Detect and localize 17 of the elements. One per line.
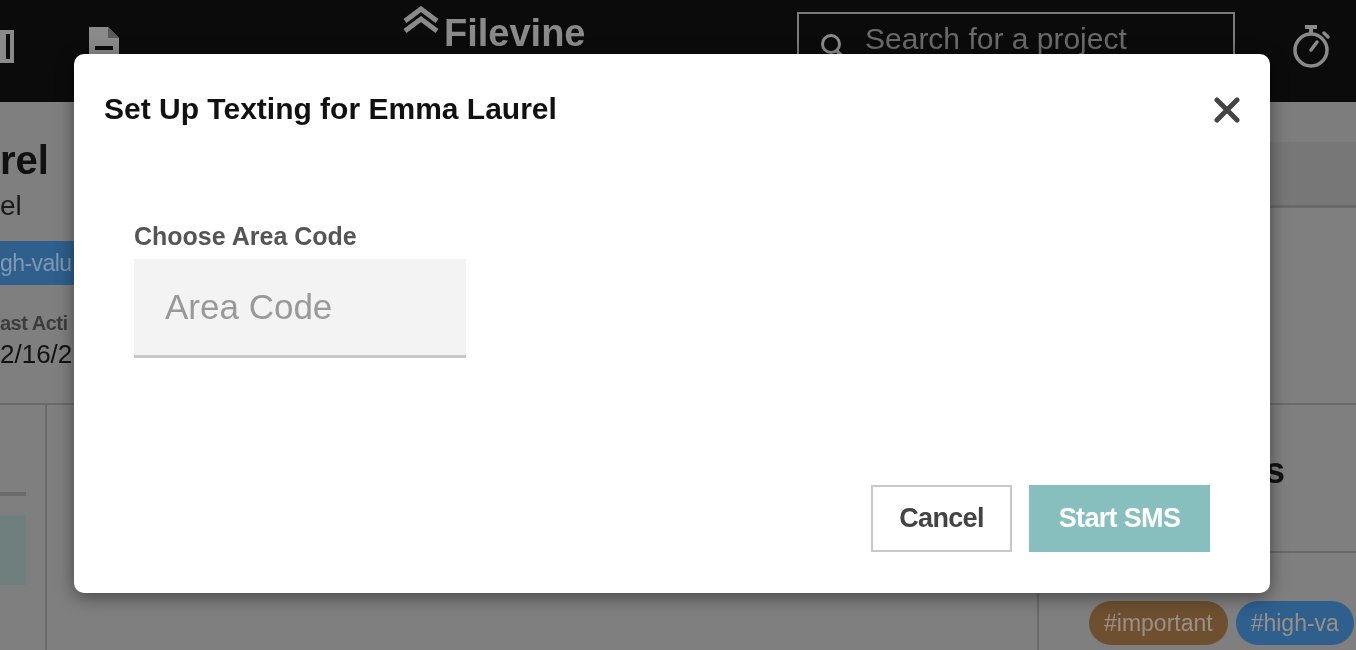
tag[interactable]: #important — [1089, 601, 1228, 645]
timer-icon[interactable] — [1290, 25, 1332, 68]
start-button[interactable]: Start SMS — [1029, 485, 1210, 552]
tag[interactable]: #high-va — [1235, 601, 1354, 645]
logo-icon — [402, 6, 440, 33]
area-code-field[interactable]: Area Code — [134, 259, 466, 358]
cancel-button[interactable]: Cancel — [871, 485, 1012, 552]
field-value: 2/16/2 — [0, 341, 73, 367]
page-subtitle: el — [0, 192, 22, 220]
logo-text[interactable]: Filevine — [444, 14, 586, 52]
close-button[interactable] — [1214, 97, 1240, 123]
field-label: ast Acti — [0, 313, 68, 333]
page-title: rel — [0, 140, 49, 180]
field-label: Choose Area Code — [134, 224, 357, 249]
close-icon — [1214, 97, 1240, 123]
panel-icon[interactable] — [0, 30, 14, 63]
dialog-title: Set Up Texting for Emma Laurel — [104, 94, 557, 124]
